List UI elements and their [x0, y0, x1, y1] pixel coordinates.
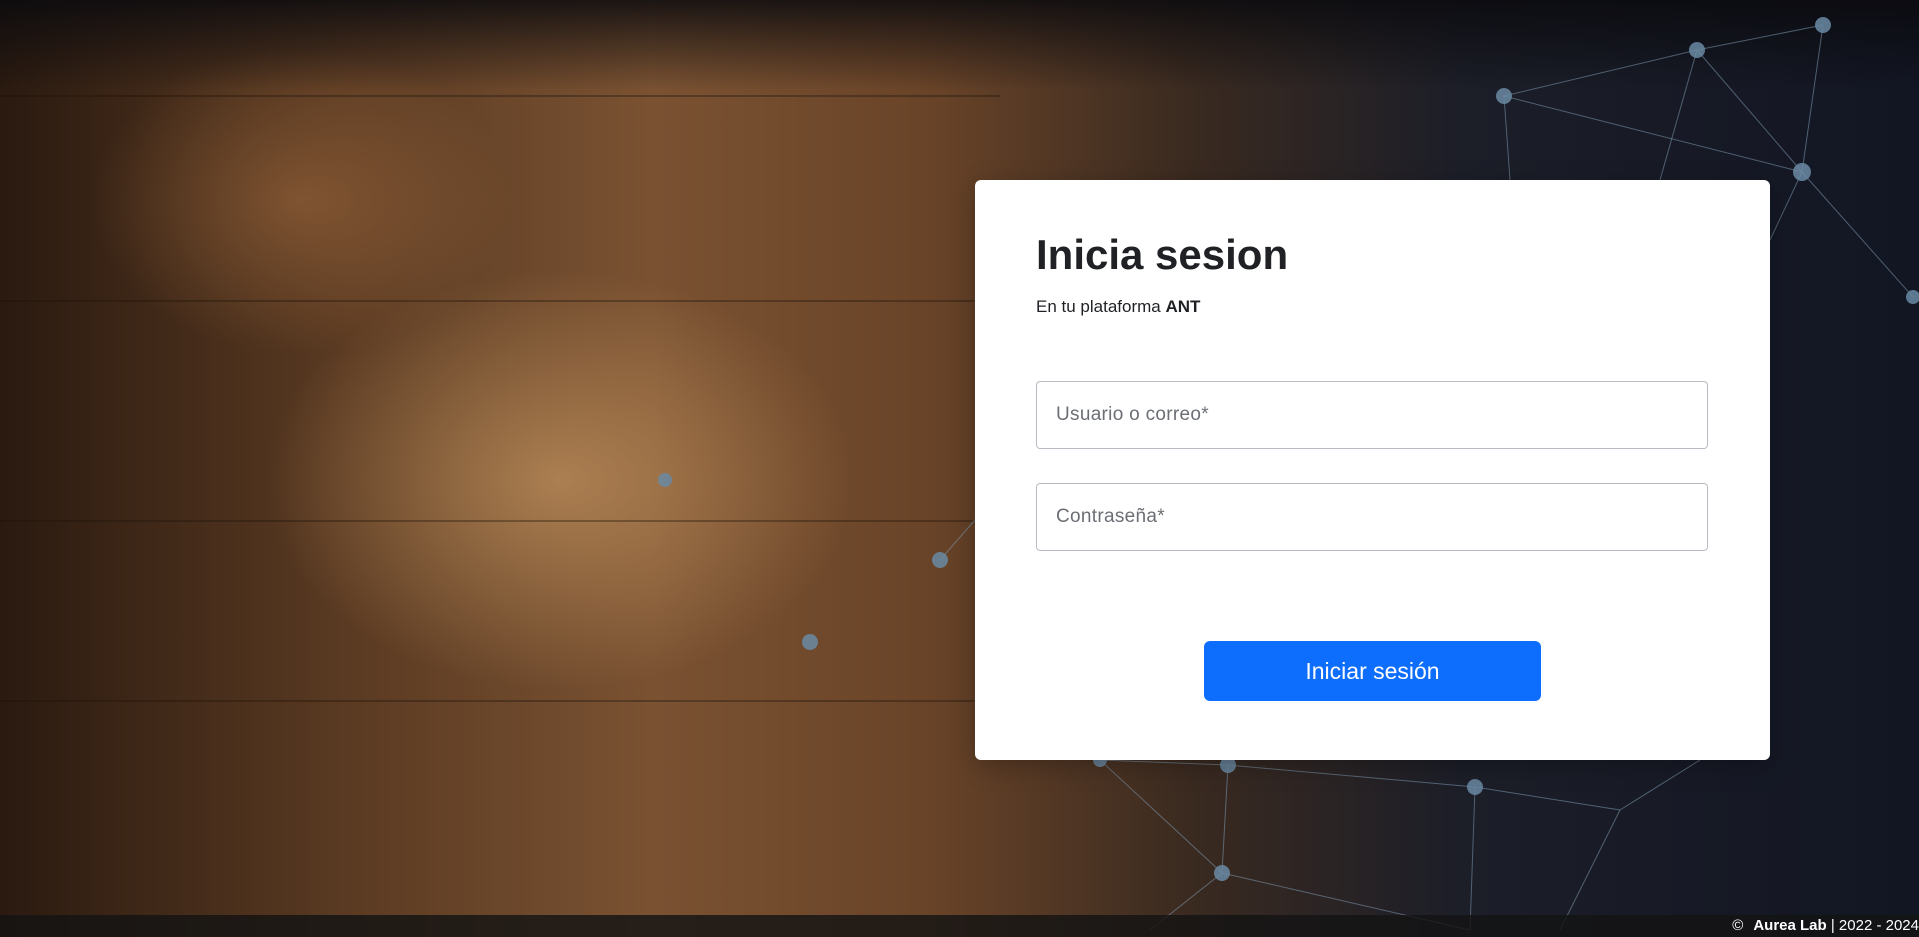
login-button[interactable]: Iniciar sesión	[1204, 641, 1541, 701]
footer-company: Aurea Lab	[1753, 917, 1827, 934]
password-input[interactable]	[1036, 483, 1708, 551]
login-page: Inicia sesion En tu plataforma ANT Inici…	[0, 0, 1919, 937]
footer-years: | 2022 - 2024	[1826, 917, 1919, 934]
login-subtitle: En tu plataforma ANT	[1036, 297, 1200, 317]
footer: © Aurea Lab | 2022 - 2024	[0, 915, 1919, 937]
login-title: Inicia sesion	[1036, 231, 1289, 278]
login-subtitle-text: En tu plataforma	[1036, 297, 1166, 316]
username-input[interactable]	[1036, 381, 1708, 449]
platform-name: ANT	[1165, 297, 1201, 316]
copyright-icon: ©	[1732, 917, 1744, 934]
login-card: Inicia sesion En tu plataforma ANT Inici…	[975, 180, 1770, 760]
